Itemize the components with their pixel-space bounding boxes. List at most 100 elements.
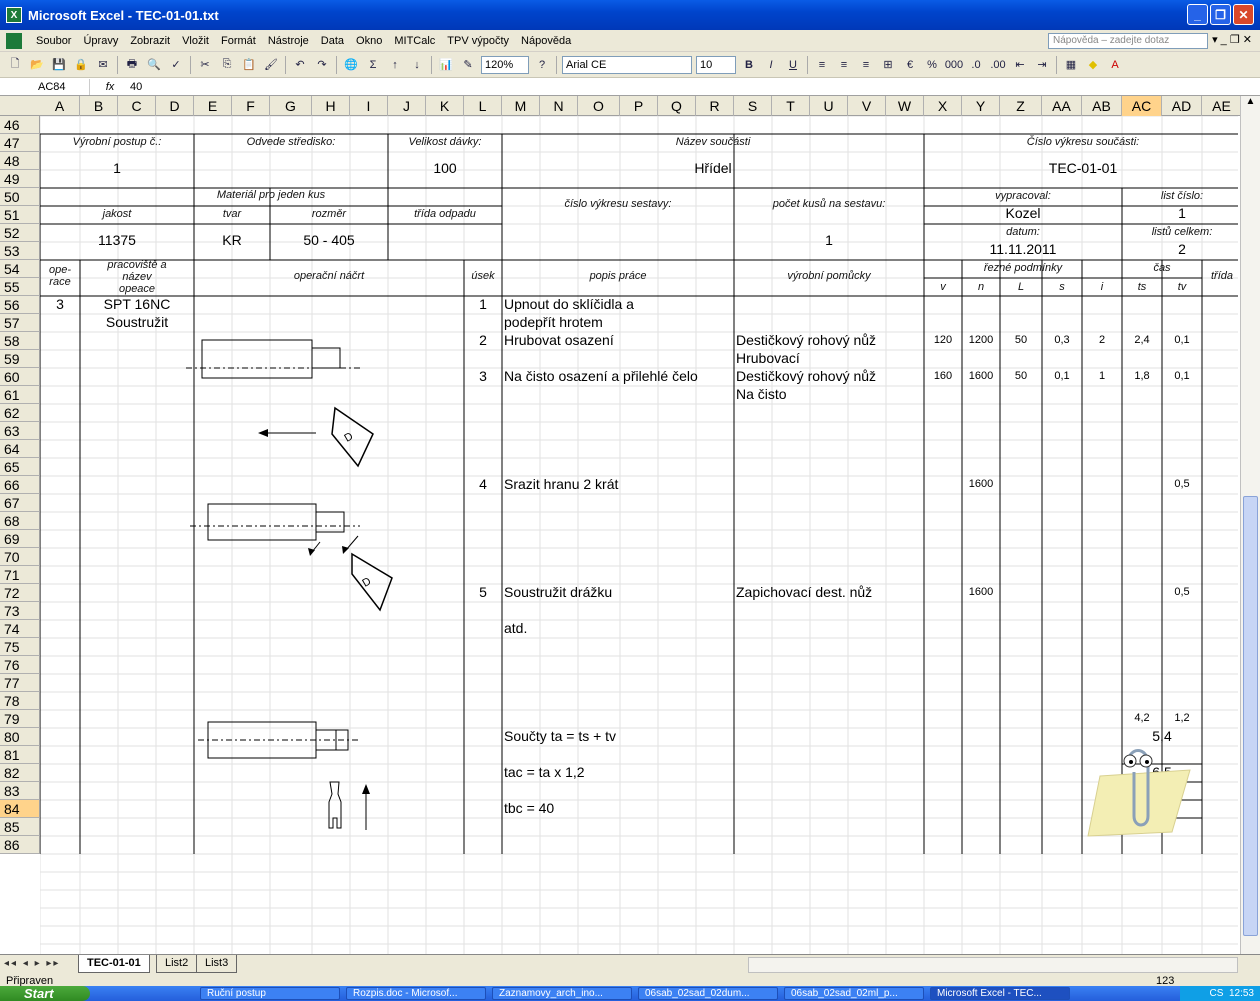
column-header[interactable]: AC: [1122, 96, 1162, 116]
print-preview-icon[interactable]: 🔍: [144, 55, 164, 75]
sheet-tab-list2[interactable]: List2: [156, 955, 198, 973]
row-header[interactable]: 80: [0, 728, 40, 746]
row-header[interactable]: 55: [0, 278, 40, 296]
menu-napoveda[interactable]: Nápověda: [515, 35, 577, 47]
operation-name[interactable]: Soustružit: [80, 314, 194, 330]
task-rozpis[interactable]: Rozpis.doc - Microsof...: [346, 987, 486, 1000]
drawing-icon[interactable]: ✎: [458, 55, 478, 75]
step-popis[interactable]: Srazit hranu 2 krát: [504, 476, 618, 492]
start-button[interactable]: Start: [0, 986, 90, 1001]
th-nacrt[interactable]: operační náčrt: [194, 270, 464, 282]
row-header[interactable]: 62: [0, 404, 40, 422]
column-header[interactable]: D: [156, 96, 194, 116]
value-listu-celkem[interactable]: 2: [1122, 241, 1238, 257]
cut-icon[interactable]: ✂: [195, 55, 215, 75]
vertical-scrollbar[interactable]: ▲: [1240, 96, 1260, 954]
column-header[interactable]: I: [350, 96, 388, 116]
close-button[interactable]: ✕: [1233, 4, 1254, 25]
value-pocet-kusu[interactable]: 1: [734, 232, 924, 248]
row-header[interactable]: 59: [0, 350, 40, 368]
row-header[interactable]: 65: [0, 458, 40, 476]
help-icon[interactable]: ?: [532, 55, 552, 75]
row-header[interactable]: 54: [0, 260, 40, 278]
scroll-thumb[interactable]: [1243, 496, 1258, 936]
step-tv[interactable]: 0,1: [1162, 334, 1202, 346]
value-cislo-vykresu[interactable]: TEC-01-01: [924, 160, 1238, 176]
step-n[interactable]: 1600: [962, 586, 1000, 598]
row-header[interactable]: 75: [0, 638, 40, 656]
value-nazev[interactable]: Hřídel: [502, 160, 924, 176]
task-excel[interactable]: Microsoft Excel - TEC...: [930, 987, 1070, 1000]
column-header[interactable]: X: [924, 96, 962, 116]
format-painter-icon[interactable]: 🖌: [261, 55, 281, 75]
row-header[interactable]: 85: [0, 818, 40, 836]
column-header[interactable]: O: [578, 96, 620, 116]
atd-text[interactable]: atd.: [504, 620, 527, 636]
step-pomucky[interactable]: Zapichovací dest. nůž: [736, 584, 872, 600]
scroll-up-icon[interactable]: ▲: [1241, 96, 1260, 110]
step-popis[interactable]: Upnout do sklíčidla a: [504, 296, 634, 312]
row-header[interactable]: 83: [0, 782, 40, 800]
step-i[interactable]: 1: [1082, 370, 1122, 382]
label-pocet-kusu[interactable]: počet kusů na sestavu:: [734, 198, 924, 210]
chart-wizard-icon[interactable]: 📊: [436, 55, 456, 75]
label-tvar[interactable]: tvar: [194, 208, 270, 220]
column-header[interactable]: Y: [962, 96, 1000, 116]
label-cislo-vykresu[interactable]: Číslo výkresu součásti:: [924, 136, 1238, 148]
total-ts[interactable]: 4,2: [1122, 712, 1162, 724]
row-header[interactable]: 52: [0, 224, 40, 242]
column-header[interactable]: R: [696, 96, 734, 116]
th-tv[interactable]: tv: [1162, 281, 1202, 293]
fill-color-icon[interactable]: ◆: [1083, 55, 1103, 75]
currency-icon[interactable]: €: [900, 55, 920, 75]
font-select[interactable]: Arial CE: [562, 55, 692, 74]
align-right-icon[interactable]: ≡: [856, 55, 876, 75]
column-header[interactable]: L: [464, 96, 502, 116]
th-pomucky[interactable]: výrobní pomůcky: [734, 270, 924, 282]
row-header[interactable]: 48: [0, 152, 40, 170]
value-velikost[interactable]: 100: [388, 160, 502, 176]
undo-icon[interactable]: ↶: [290, 55, 310, 75]
value-list-cislo[interactable]: 1: [1122, 205, 1238, 221]
total-tac[interactable]: 6,5: [1122, 764, 1202, 780]
th-cas[interactable]: čas: [1122, 262, 1202, 274]
column-header[interactable]: G: [270, 96, 312, 116]
row-header[interactable]: 69: [0, 530, 40, 548]
row-header[interactable]: 76: [0, 656, 40, 674]
column-header[interactable]: B: [80, 96, 118, 116]
value-jakost[interactable]: 11375: [40, 232, 194, 248]
worksheet-grid[interactable]: Výrobní postup č.: 1 Odvede středisko: Veli…: [40, 116, 1238, 954]
column-header[interactable]: N: [540, 96, 578, 116]
menu-format[interactable]: Formát: [215, 35, 262, 47]
row-header[interactable]: 53: [0, 242, 40, 260]
sheet-tab-tec[interactable]: TEC-01-01: [78, 955, 150, 973]
sheet-tab-list3[interactable]: List3: [196, 955, 238, 973]
label-vyrobni-postup[interactable]: Výrobní postup č.:: [40, 136, 194, 148]
value-vypracoval[interactable]: Kozel: [924, 205, 1122, 221]
step-pomucky-2[interactable]: Hrubovací: [736, 350, 800, 366]
autosum-icon[interactable]: Σ: [363, 55, 383, 75]
help-search-input[interactable]: Nápověda – zadejte dotaz: [1048, 33, 1208, 49]
value-rozmer[interactable]: 50 - 405: [270, 232, 388, 248]
row-header[interactable]: 46: [0, 116, 40, 134]
total-ta[interactable]: 5,4: [1122, 728, 1202, 744]
th-s[interactable]: s: [1042, 281, 1082, 293]
column-header[interactable]: F: [232, 96, 270, 116]
label-vypracoval[interactable]: vypracoval:: [924, 190, 1122, 202]
fx-icon[interactable]: fx: [90, 81, 130, 93]
step-n[interactable]: 1600: [962, 370, 1000, 382]
row-header[interactable]: 49: [0, 170, 40, 188]
label-cislo-sestavy[interactable]: číslo výkresu sestavy:: [502, 198, 734, 210]
row-header[interactable]: 79: [0, 710, 40, 728]
th-rezne[interactable]: řezné podmínky: [924, 262, 1122, 274]
column-header[interactable]: J: [388, 96, 426, 116]
column-header[interactable]: V: [848, 96, 886, 116]
tac-label[interactable]: tac = ta x 1,2: [504, 764, 585, 780]
label-listu-celkem[interactable]: listů celkem:: [1122, 226, 1238, 238]
hyperlink-icon[interactable]: 🌐: [341, 55, 361, 75]
column-header[interactable]: AE: [1202, 96, 1242, 116]
font-size-select[interactable]: 10: [696, 55, 736, 74]
column-header[interactable]: W: [886, 96, 924, 116]
menu-nastroje[interactable]: Nástroje: [262, 35, 315, 47]
permission-icon[interactable]: 🔒: [71, 55, 91, 75]
